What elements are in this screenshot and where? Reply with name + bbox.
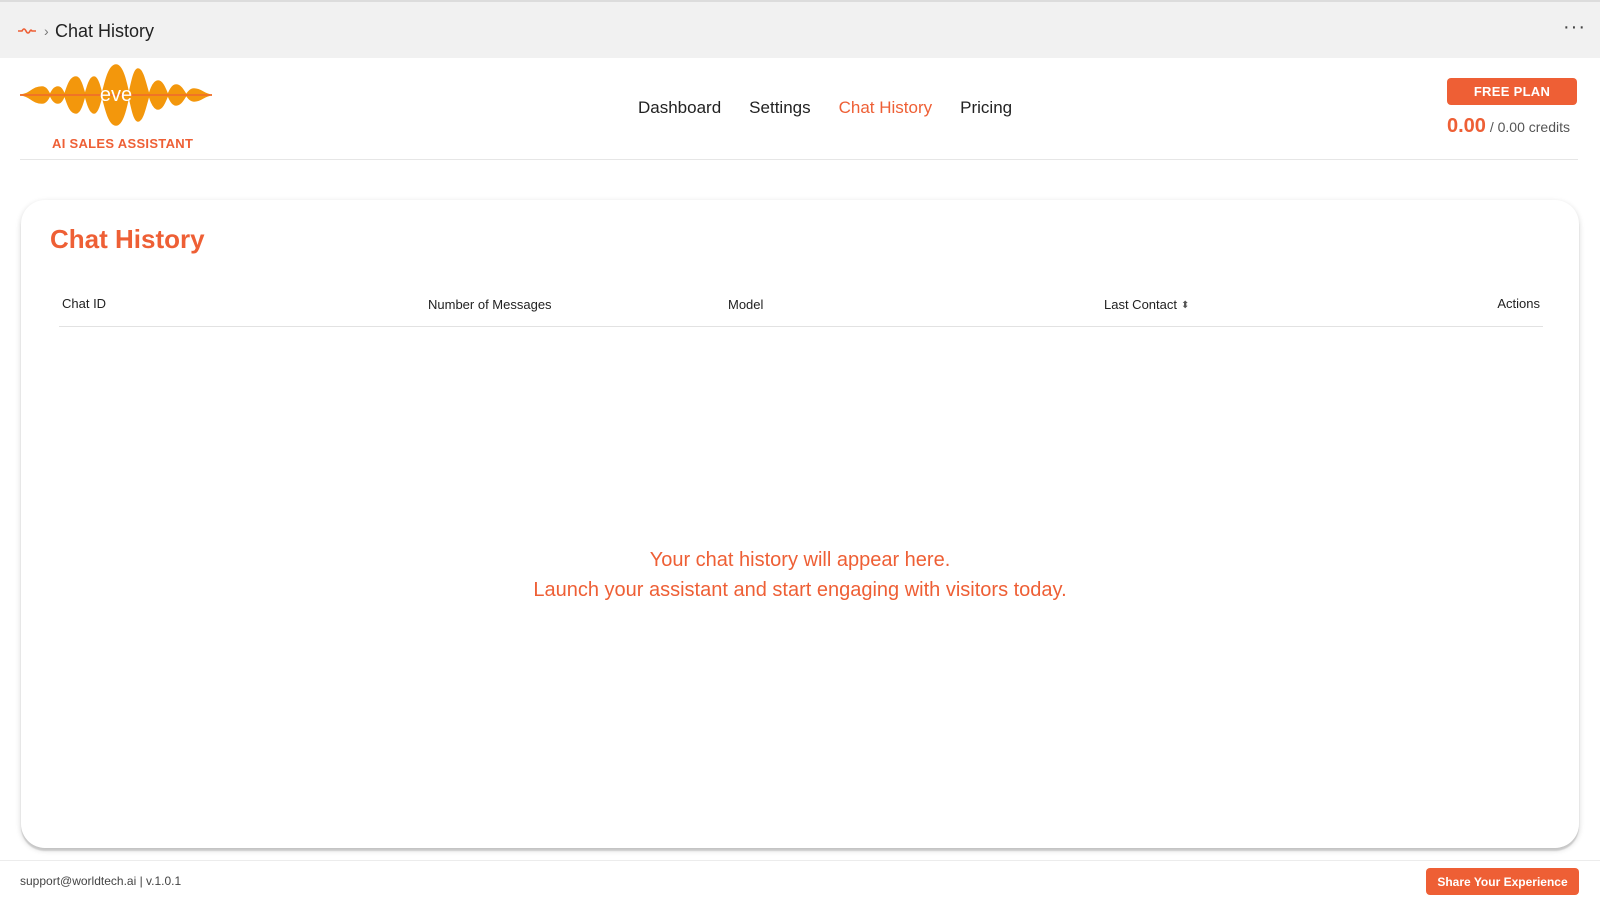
free-plan-button[interactable]: FREE PLAN: [1447, 78, 1577, 105]
nav-dashboard[interactable]: Dashboard: [638, 98, 721, 118]
top-bar: › Chat History ···: [0, 0, 1600, 58]
sort-icon[interactable]: ⬍: [1181, 300, 1189, 310]
column-actions: Actions: [1497, 296, 1540, 311]
eve-wave-icon[interactable]: [18, 27, 36, 35]
table-header: Chat ID Number of Messages Model Last Co…: [59, 287, 1543, 327]
footer: support@worldtech.ai | v.1.0.1 Share You…: [0, 860, 1600, 900]
support-info: support@worldtech.ai | v.1.0.1: [20, 874, 182, 888]
main-nav: Dashboard Settings Chat History Pricing: [638, 98, 1012, 118]
empty-state-line-1: Your chat history will appear here.: [649, 549, 951, 571]
credits-display: 0.00 / 0.00 credits: [1447, 115, 1570, 138]
nav-pricing[interactable]: Pricing: [960, 98, 1012, 118]
empty-state: Your chat history will appear here. Laun…: [21, 545, 1579, 605]
column-last-contact-label: Last Contact: [1104, 297, 1177, 312]
page-title: Chat History: [50, 224, 205, 254]
nav-settings[interactable]: Settings: [749, 98, 810, 118]
column-number-of-messages: Number of Messages: [428, 297, 552, 312]
column-model: Model: [728, 297, 764, 312]
eve-logo[interactable]: eve: [20, 63, 212, 127]
empty-state-line-2: Launch your assistant and start engaging…: [533, 579, 1067, 601]
column-last-contact[interactable]: Last Contact ⬍: [1104, 297, 1189, 312]
credits-used: 0.00: [1447, 115, 1486, 137]
nav-chat-history[interactable]: Chat History: [839, 98, 933, 118]
column-chat-id: Chat ID: [62, 296, 107, 311]
credits-total: / 0.00 credits: [1489, 119, 1570, 135]
logo-text: eve: [100, 84, 132, 106]
chat-history-card: Chat History Chat ID Number of Messages …: [21, 200, 1579, 848]
breadcrumb-separator: ›: [44, 23, 49, 39]
breadcrumb-title: Chat History: [55, 21, 155, 41]
brand-subtitle: AI SALES ASSISTANT: [52, 136, 194, 151]
share-experience-button[interactable]: Share Your Experience: [1426, 868, 1579, 895]
more-options-icon[interactable]: ···: [1563, 16, 1586, 39]
app-header: eve AI SALES ASSISTANT Dashboard Setting…: [20, 58, 1578, 160]
